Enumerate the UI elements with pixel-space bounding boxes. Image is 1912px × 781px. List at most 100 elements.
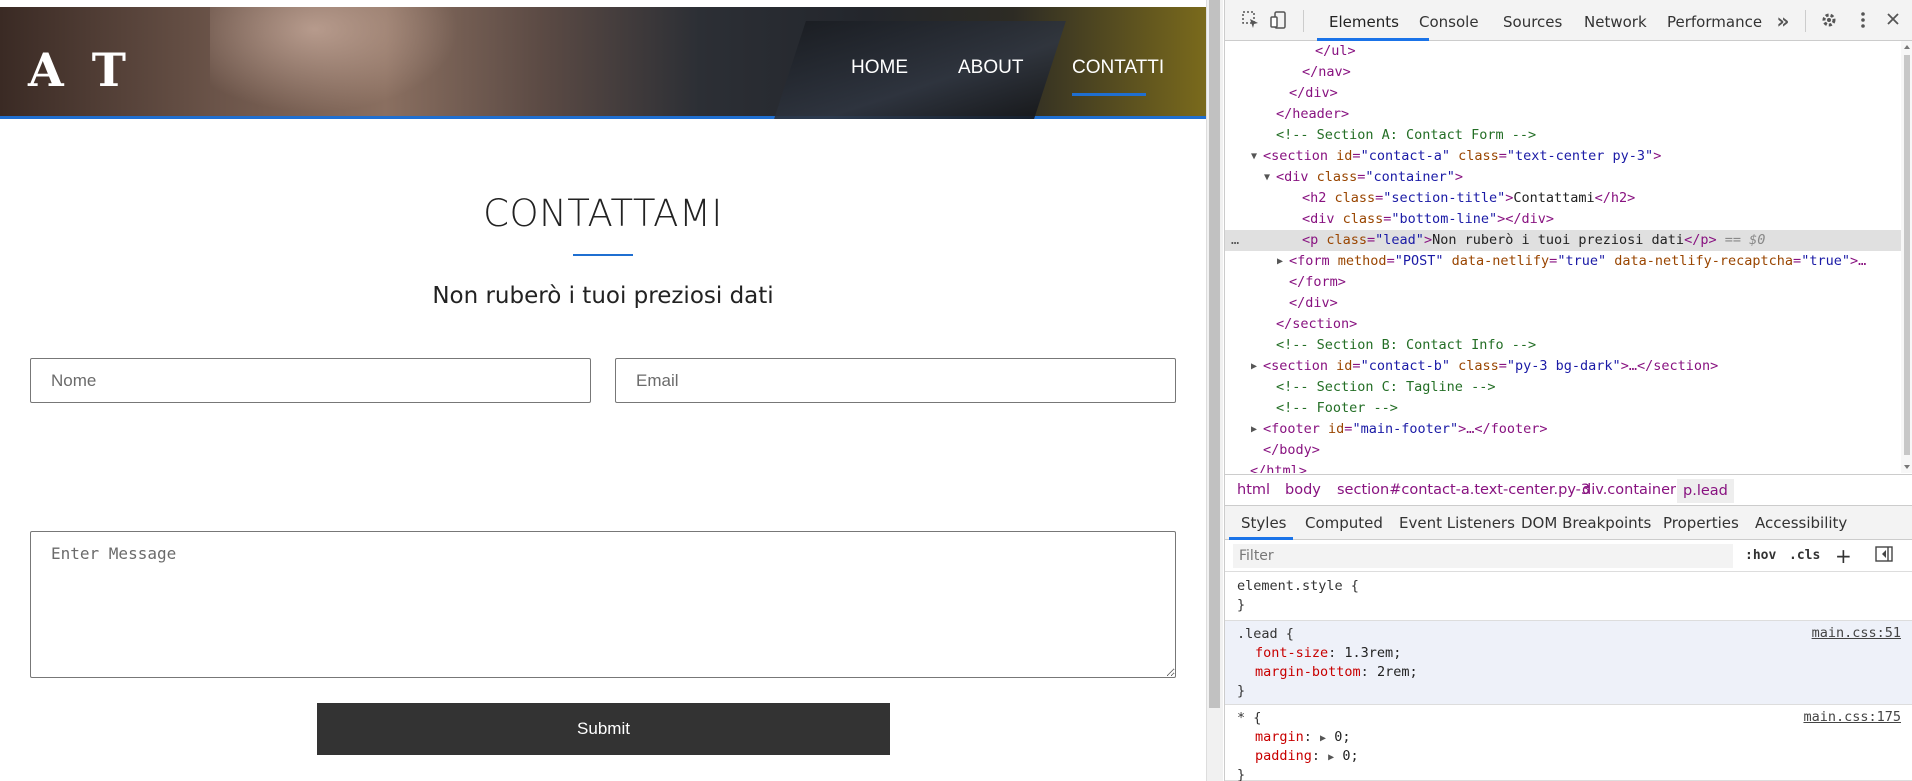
css-declaration[interactable]: font-size: 1.3rem; bbox=[1255, 644, 1401, 663]
dom-tree-node[interactable]: <h2 class="section-title">Contattami</h2… bbox=[1225, 188, 1901, 209]
expand-triangle-icon[interactable]: ▶ bbox=[1251, 356, 1257, 377]
submit-button[interactable]: Submit bbox=[317, 703, 890, 755]
dom-node-markup: <div class="bottom-line"></div> bbox=[1302, 211, 1554, 227]
tab-event-listeners[interactable]: Event Listeners bbox=[1399, 514, 1515, 532]
tab-elements[interactable]: Elements bbox=[1329, 13, 1399, 31]
class-toggle-button[interactable]: .cls bbox=[1789, 548, 1820, 563]
css-rule-element-style: element.style { } bbox=[1225, 573, 1912, 621]
dom-node-markup: <section id="contact-b" class="py-3 bg-d… bbox=[1263, 358, 1719, 374]
dom-tree-node[interactable]: </body> bbox=[1225, 440, 1901, 461]
inspect-element-icon[interactable] bbox=[1241, 11, 1261, 31]
breadcrumb-item-lead[interactable]: p.lead bbox=[1677, 479, 1734, 503]
email-input[interactable] bbox=[615, 358, 1176, 403]
dom-tree-node[interactable]: </div> bbox=[1225, 293, 1901, 314]
dom-tree-node[interactable]: <div class="bottom-line"></div> bbox=[1225, 209, 1901, 230]
rule-close: } bbox=[1237, 767, 1246, 781]
dom-tree[interactable]: </ul> </nav> </div> </header> <!-- Section A… bbox=[1225, 41, 1901, 473]
nav-about-link[interactable]: ABOUT bbox=[958, 57, 1023, 79]
dom-node-markup: <footer id="main-footer">…</footer> bbox=[1263, 421, 1548, 437]
breadcrumb-item-body[interactable]: body bbox=[1285, 482, 1321, 498]
collapse-triangle-icon[interactable]: ▼ bbox=[1251, 146, 1257, 167]
site-logo[interactable]: A T bbox=[28, 43, 132, 97]
dom-tree-node[interactable]: </header> bbox=[1225, 104, 1901, 125]
tab-styles[interactable]: Styles bbox=[1241, 514, 1287, 532]
css-value[interactable]: 0; bbox=[1342, 748, 1358, 764]
rule-selector[interactable]: .lead { bbox=[1237, 625, 1294, 644]
dom-tree-node[interactable]: <!-- Section A: Contact Form --> bbox=[1225, 125, 1901, 146]
dom-tree-node[interactable]: ▶ <footer id="main-footer">…</footer> bbox=[1225, 419, 1901, 440]
dom-node-markup: </nav> bbox=[1302, 64, 1351, 80]
css-declaration[interactable]: margin-bottom: 2rem; bbox=[1255, 663, 1418, 682]
expand-triangle-icon[interactable]: ▶ bbox=[1277, 251, 1283, 272]
dom-node-markup: </div> bbox=[1289, 295, 1338, 311]
dom-tree-node[interactable]: </ul> bbox=[1225, 41, 1901, 62]
rule-close: } bbox=[1237, 597, 1246, 613]
dom-tree-node[interactable]: </nav> bbox=[1225, 62, 1901, 83]
expand-triangle-icon[interactable]: ▶ bbox=[1328, 752, 1334, 763]
tab-computed[interactable]: Computed bbox=[1305, 514, 1383, 532]
dom-tree-node[interactable]: ▶ <section id="contact-b" class="py-3 bg-… bbox=[1225, 356, 1901, 377]
nav-home-link[interactable]: HOME bbox=[851, 57, 908, 79]
hover-state-button[interactable]: :hov bbox=[1745, 548, 1776, 563]
dom-node-markup: <div class="container"> bbox=[1276, 169, 1463, 185]
tab-performance[interactable]: Performance bbox=[1667, 13, 1762, 31]
name-input[interactable] bbox=[30, 358, 591, 403]
devtools-panel: Elements Console Sources Network Perform… bbox=[1224, 0, 1912, 781]
tab-console[interactable]: Console bbox=[1419, 13, 1479, 31]
dom-tree-node[interactable]: </html> bbox=[1225, 461, 1901, 473]
rule-source-link[interactable]: main.css:175 bbox=[1803, 709, 1901, 725]
dom-tree-node[interactable]: … <p class="lead">Non ruberò i tuoi prezi… bbox=[1225, 230, 1901, 251]
dom-tree-node[interactable]: <!-- Footer --> bbox=[1225, 398, 1901, 419]
css-property: margin-bottom bbox=[1255, 664, 1361, 680]
dom-node-markup: <!-- Section B: Contact Info --> bbox=[1276, 337, 1537, 353]
dom-tree-node[interactable]: <!-- Section B: Contact Info --> bbox=[1225, 335, 1901, 356]
device-toolbar-icon[interactable] bbox=[1269, 11, 1289, 31]
tab-dom-breakpoints[interactable]: DOM Breakpoints bbox=[1521, 514, 1651, 532]
node-actions-icon[interactable]: … bbox=[1231, 230, 1239, 251]
rule-selector[interactable]: element.style { bbox=[1237, 577, 1359, 596]
dom-node-markup: </body> bbox=[1263, 442, 1320, 458]
rule-selector[interactable]: * { bbox=[1237, 709, 1261, 728]
sidebar-toggle-icon[interactable] bbox=[1875, 546, 1893, 566]
more-tabs-icon[interactable]: » bbox=[1773, 11, 1793, 31]
dom-tree-node[interactable]: <!-- Section C: Tagline --> bbox=[1225, 377, 1901, 398]
dom-node-markup: </div> bbox=[1289, 85, 1338, 101]
tab-properties[interactable]: Properties bbox=[1663, 514, 1739, 532]
dom-tree-node[interactable]: </section> bbox=[1225, 314, 1901, 335]
breadcrumb-item-html[interactable]: html bbox=[1237, 482, 1270, 498]
title-bottom-line bbox=[573, 254, 633, 256]
css-declaration[interactable]: margin: ▶ 0; bbox=[1255, 728, 1350, 747]
dom-node-markup: <section id="contact-a" class="text-cent… bbox=[1263, 148, 1662, 164]
css-value[interactable]: 1.3rem; bbox=[1344, 645, 1401, 661]
tab-sources[interactable]: Sources bbox=[1503, 13, 1562, 31]
dom-tree-node[interactable]: </form> bbox=[1225, 272, 1901, 293]
css-value[interactable]: 2rem; bbox=[1377, 664, 1418, 680]
expand-triangle-icon[interactable]: ▶ bbox=[1320, 733, 1326, 744]
css-declaration[interactable]: padding: ▶ 0; bbox=[1255, 747, 1359, 766]
rule-source-link[interactable]: main.css:51 bbox=[1812, 625, 1901, 641]
close-icon[interactable] bbox=[1883, 11, 1903, 31]
section-title: CONTATTAMI bbox=[483, 192, 723, 235]
dom-node-markup: <h2 class="section-title">Contattami</h2… bbox=[1302, 190, 1636, 206]
dom-tree-node[interactable]: ▼ <div class="container"> bbox=[1225, 167, 1901, 188]
message-textarea[interactable] bbox=[30, 531, 1176, 678]
page-scroll-thumb[interactable] bbox=[1209, 0, 1220, 708]
dom-tree-node[interactable]: ▼ <section id="contact-a" class="text-cen… bbox=[1225, 146, 1901, 167]
css-value[interactable]: 0; bbox=[1334, 729, 1350, 745]
expand-triangle-icon[interactable]: ▶ bbox=[1251, 419, 1257, 440]
plus-icon[interactable]: + bbox=[1835, 544, 1852, 568]
dom-tree-node[interactable]: </div> bbox=[1225, 83, 1901, 104]
nav-contatti-link[interactable]: CONTATTI bbox=[1072, 57, 1164, 79]
breadcrumb-item-section[interactable]: section#contact-a.text-center.py-3 bbox=[1337, 482, 1590, 498]
styles-filter-input[interactable] bbox=[1233, 544, 1733, 568]
dom-tree-node[interactable]: ▶ <form method="POST" data-netlify="true"… bbox=[1225, 251, 1901, 272]
dom-node-markup: <!-- Section A: Contact Form --> bbox=[1276, 127, 1537, 143]
more-options-icon[interactable] bbox=[1853, 11, 1873, 31]
dom-tree-scrollbar[interactable] bbox=[1901, 41, 1912, 473]
breadcrumb-item-container[interactable]: div.container bbox=[1582, 482, 1676, 498]
styles-filter-bar: :hov .cls + bbox=[1225, 540, 1912, 572]
tab-accessibility[interactable]: Accessibility bbox=[1755, 514, 1847, 532]
collapse-triangle-icon[interactable]: ▼ bbox=[1264, 167, 1270, 188]
tab-network[interactable]: Network bbox=[1584, 13, 1647, 31]
gear-icon[interactable] bbox=[1819, 11, 1839, 31]
